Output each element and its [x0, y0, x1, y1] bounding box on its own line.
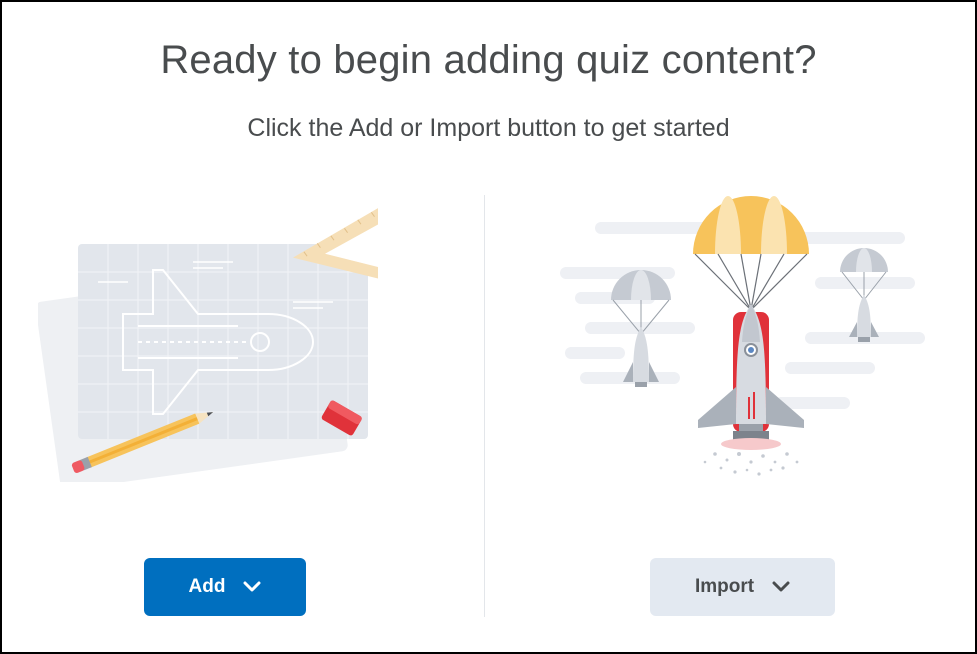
add-button-label: Add	[188, 576, 226, 597]
rocket-illustration	[555, 192, 935, 497]
import-button[interactable]: Import	[650, 558, 835, 616]
blueprint-shuttle-illustration	[35, 199, 414, 491]
divider	[484, 195, 485, 617]
empty-state-panel: Ready to begin adding quiz content? Clic…	[0, 0, 977, 654]
blueprint-illustration	[35, 199, 414, 491]
chevron-down-icon	[772, 581, 790, 593]
add-button[interactable]: Add	[144, 558, 306, 616]
page-subtitle: Click the Add or Import button to get st…	[247, 114, 730, 142]
chevron-down-icon	[243, 581, 261, 593]
import-button-label: Import	[694, 576, 755, 597]
page-title: Ready to begin adding quiz content?	[160, 38, 817, 82]
rocket-parachute-illustration	[560, 196, 925, 476]
